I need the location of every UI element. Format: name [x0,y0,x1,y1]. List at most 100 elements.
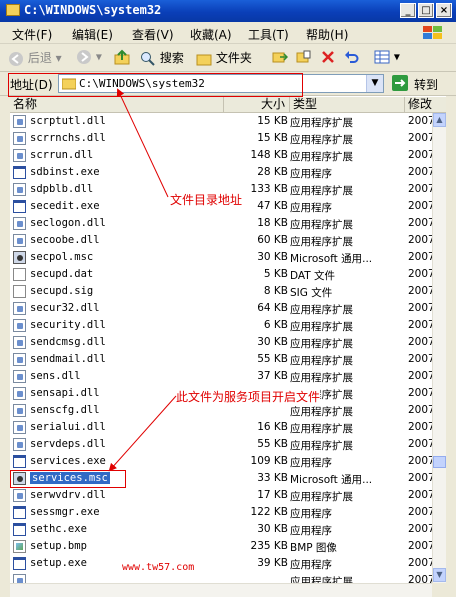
menu-tools[interactable]: 工具(T) [248,26,289,43]
file-type: 应用程序扩展 [290,406,353,418]
file-row[interactable]: security.dll 6 KB 应用程序扩展 2007 [10,317,432,334]
file-row[interactable]: services.exe 109 KB 应用程序 2007 [10,453,432,470]
file-type: 应用程序扩展 [290,372,353,384]
file-date: 2007 [408,540,432,552]
file-date: 2007 [408,251,432,263]
column-size[interactable]: 大小 [224,97,290,113]
menu-help[interactable]: 帮助(H) [306,26,348,43]
file-row[interactable]: seclogon.dll 18 KB 应用程序扩展 2007 [10,215,432,232]
dat-file-icon [13,285,26,298]
file-type: 应用程序扩展 [290,151,353,163]
menu-file[interactable]: 文件(F) [12,26,52,43]
file-name: scrrun.dll [30,149,94,161]
column-type[interactable]: 类型 [290,97,405,113]
file-name: secpol.msc [30,251,94,263]
file-type: 应用程序扩展 [290,117,353,129]
file-row[interactable]: sendmail.dll 55 KB 应用程序扩展 2007 [10,351,432,368]
window-title: C:\WINDOWS\system32 [24,3,162,17]
copy-to-icon [296,50,311,63]
go-button[interactable]: 转到 [392,74,452,93]
horizontal-scrollbar[interactable] [10,583,432,597]
file-size: 30 KB [257,251,288,263]
file-name: security.dll [30,319,106,331]
file-row[interactable]: sendcmsg.dll 30 KB 应用程序扩展 2007 [10,334,432,351]
file-type: 应用程序扩展 [290,576,353,583]
file-row[interactable]: setup.bmp 235 KB BMP 图像 2007 [10,538,432,555]
maximize-button[interactable]: □ [418,3,434,18]
delete-button[interactable] [320,49,336,65]
file-row[interactable]: serialui.dll 16 KB 应用程序扩展 2007 [10,419,432,436]
address-dropdown-button[interactable]: ▼ [366,75,383,92]
copy-to-button[interactable] [296,49,312,65]
search-label: 搜索 [159,51,184,65]
menu-edit[interactable]: 编辑(E) [72,26,113,43]
close-button[interactable]: × [436,3,452,18]
file-row[interactable]: secupd.sig 8 KB SIG 文件 2007 [10,283,432,300]
file-size: 17 KB [257,489,288,501]
file-row[interactable]: 应用程序扩展 2007 [10,572,432,583]
undo-button[interactable] [344,49,360,65]
file-row[interactable]: sdbinst.exe 28 KB 应用程序 2007 [10,164,432,181]
go-label: 转到 [414,78,439,92]
column-name[interactable]: 名称 [10,97,224,113]
menu-view[interactable]: 查看(V) [132,26,174,43]
file-row[interactable]: secpol.msc 30 KB Microsoft 通用... 2007 [10,249,432,266]
move-to-button[interactable] [272,49,288,65]
search-button[interactable]: 搜索 [140,49,184,67]
scroll-up-button[interactable]: ▲ [433,113,446,127]
file-row[interactable]: scrrnchs.dll 15 KB 应用程序扩展 2007 [10,130,432,147]
file-type: 应用程序 [290,457,332,469]
file-row[interactable]: sethc.exe 30 KB 应用程序 2007 [10,521,432,538]
file-size: 37 KB [257,370,288,382]
file-size: 60 KB [257,234,288,246]
go-arrow-icon [392,75,408,91]
minimize-button[interactable]: _ [400,3,416,18]
menu-bar: 文件(F) 编辑(E) 查看(V) 收藏(A) 工具(T) 帮助(H) [0,22,456,44]
dll-file-icon [13,149,26,162]
file-row[interactable]: serwvdrv.dll 17 KB 应用程序扩展 2007 [10,487,432,504]
file-date: 2007 [408,285,432,297]
file-name: secupd.sig [30,285,94,297]
address-highlight-box [8,73,303,97]
file-row[interactable]: scrrun.dll 148 KB 应用程序扩展 2007 [10,147,432,164]
file-name: secoobe.dll [30,234,100,246]
file-row[interactable]: sens.dll 37 KB 应用程序扩展 2007 [10,368,432,385]
msc-file-icon [13,251,26,264]
views-grid-icon [374,50,390,64]
file-date: 2007 [408,404,432,416]
file-name: scrrnchs.dll [30,132,106,144]
file-size: 33 KB [257,472,288,484]
scroll-thumb[interactable] [433,456,446,468]
file-type: 应用程序扩展 [290,491,353,503]
vertical-scrollbar[interactable]: ▲ ▼ [432,113,446,584]
file-row[interactable]: secoobe.dll 60 KB 应用程序扩展 2007 [10,232,432,249]
file-size: 148 KB [250,149,288,161]
file-size: 55 KB [257,438,288,450]
file-name: sdpblb.dll [30,183,94,195]
file-size: 15 KB [257,132,288,144]
file-name: secedit.exe [30,200,100,212]
file-date: 2007 [408,149,432,161]
back-button[interactable]: 后退 ▾ [8,49,62,67]
forward-button[interactable]: ▾ [76,49,102,65]
folders-button[interactable]: 文件夹 [196,49,252,67]
views-button[interactable]: ▾ [374,49,400,65]
menu-favorites[interactable]: 收藏(A) [190,26,232,43]
file-size: 30 KB [257,523,288,535]
scroll-down-button[interactable]: ▼ [433,568,446,582]
file-row[interactable]: sessmgr.exe 122 KB 应用程序 2007 [10,504,432,521]
file-row[interactable]: secupd.dat 5 KB DAT 文件 2007 [10,266,432,283]
file-row[interactable]: servdeps.dll 55 KB 应用程序扩展 2007 [10,436,432,453]
file-name: senscfg.dll [30,404,100,416]
column-modified[interactable]: 修改 [405,97,446,113]
file-row[interactable]: scrptutl.dll 15 KB 应用程序扩展 2007 [10,113,432,130]
file-row[interactable]: setup.exe 39 KB 应用程序 2007 [10,555,432,572]
file-size: 16 KB [257,421,288,433]
up-folder-button[interactable] [114,49,130,65]
file-date: 2007 [408,523,432,535]
file-type: Microsoft 通用... [290,253,373,265]
folders-label: 文件夹 [215,51,252,65]
file-type: 应用程序扩展 [290,304,353,316]
file-size: 122 KB [250,506,288,518]
file-row[interactable]: secur32.dll 64 KB 应用程序扩展 2007 [10,300,432,317]
